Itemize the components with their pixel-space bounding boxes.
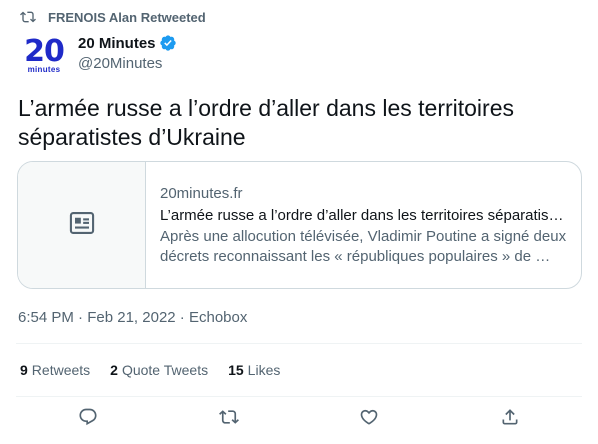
retweets-stat[interactable]: 9 Retweets bbox=[20, 362, 90, 378]
quote-tweets-count: 2 bbox=[110, 362, 118, 378]
retweet-icon bbox=[20, 9, 36, 25]
reply-icon bbox=[78, 407, 98, 432]
divider bbox=[16, 343, 582, 344]
avatar[interactable]: 20 minutes bbox=[20, 32, 68, 80]
link-card-media bbox=[18, 162, 146, 288]
reply-button[interactable] bbox=[77, 408, 99, 430]
meta-separator: · bbox=[175, 309, 189, 326]
avatar-logo-number: 20 bbox=[24, 33, 65, 69]
share-button[interactable] bbox=[499, 408, 521, 430]
likes-stat[interactable]: 15 Likes bbox=[228, 362, 280, 378]
avatar-logo-word: minutes bbox=[27, 64, 61, 74]
tweet-text: L’armée russe a l’ordre d’aller dans les… bbox=[18, 95, 514, 150]
retweets-count: 9 bbox=[20, 362, 28, 378]
tweet-stats: 9 Retweets 2 Quote Tweets 15 Likes bbox=[20, 362, 300, 378]
tweet-source[interactable]: Echobox bbox=[189, 309, 247, 326]
like-icon bbox=[359, 407, 379, 432]
quote-tweets-stat[interactable]: 2 Quote Tweets bbox=[110, 362, 208, 378]
link-card-domain: 20minutes.fr bbox=[160, 185, 243, 202]
retweets-label: Retweets bbox=[31, 362, 91, 378]
link-card-body: 20minutes.fr L’armée russe a l’ordre d’a… bbox=[146, 162, 581, 288]
tweet-date[interactable]: Feb 21, 2022 bbox=[87, 309, 175, 326]
divider bbox=[16, 396, 582, 397]
likes-count: 15 bbox=[228, 362, 244, 378]
link-card[interactable]: 20minutes.fr L’armée russe a l’ordre d’a… bbox=[17, 161, 582, 289]
display-name[interactable]: 20 Minutes bbox=[78, 35, 156, 52]
display-name-row: 20 Minutes bbox=[78, 33, 177, 53]
share-icon bbox=[500, 407, 520, 432]
retweet-icon bbox=[219, 407, 239, 432]
verified-badge-icon bbox=[159, 34, 177, 52]
like-button[interactable] bbox=[358, 408, 380, 430]
retweet-banner[interactable]: FRENOIS Alan Retweeted bbox=[20, 8, 206, 26]
tweet-author: 20 minutes 20 Minutes @20Minutes bbox=[20, 32, 177, 80]
meta-separator: · bbox=[73, 309, 88, 326]
author-handle[interactable]: @20Minutes bbox=[78, 55, 177, 72]
retweet-button[interactable] bbox=[218, 408, 240, 430]
tweet-meta: 6:54 PM · Feb 21, 2022 · Echobox bbox=[18, 309, 247, 326]
link-card-description: Après une allocution télévisée, Vladimir… bbox=[160, 228, 567, 265]
link-card-title: L’armée russe a l’ordre d’aller dans les… bbox=[160, 207, 567, 224]
likes-label: Likes bbox=[247, 362, 281, 378]
author-names: 20 Minutes @20Minutes bbox=[78, 32, 177, 72]
article-icon bbox=[68, 209, 96, 242]
quote-tweets-label: Quote Tweets bbox=[121, 362, 209, 378]
tweet-actions bbox=[0, 400, 598, 440]
tweet-time[interactable]: 6:54 PM bbox=[18, 309, 74, 326]
retweet-banner-text: FRENOIS Alan Retweeted bbox=[48, 9, 206, 25]
